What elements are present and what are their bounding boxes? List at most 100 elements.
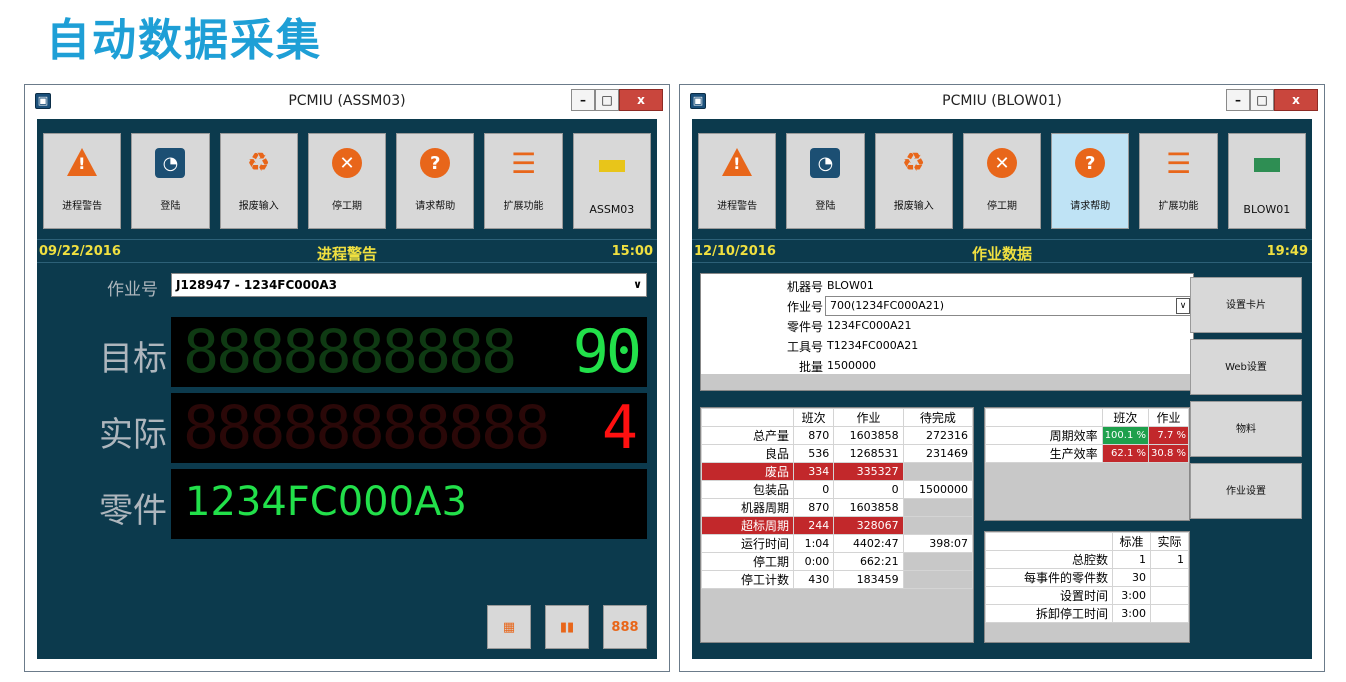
table-cell: [701, 408, 794, 427]
table-cell: 运行时间: [701, 534, 794, 553]
downtime-button[interactable]: ✕ 停工期: [307, 133, 387, 229]
scrap-input-button[interactable]: ♻ 报废输入: [874, 133, 953, 229]
table-cell: 每事件的零件数: [985, 568, 1113, 587]
table-cell: 231469: [902, 444, 974, 463]
table-cell: 328067: [833, 516, 904, 535]
login-button[interactable]: ◔ 登陆: [786, 133, 865, 229]
table-row: 良品 536 1268531 231469: [701, 444, 974, 463]
job-row: 作业号 700(1234FC000A21) ∨: [701, 296, 1193, 316]
grid-icon: ▦: [502, 619, 516, 635]
job-settings-button[interactable]: 作业设置: [1190, 463, 1302, 519]
table-cell: 1268531: [833, 444, 904, 463]
status-bar: 09/22/2016 进程警告 15:00: [37, 239, 657, 263]
table-cell: 335327: [833, 462, 904, 481]
status-bar: 12/10/2016 作业数据 19:49: [692, 239, 1312, 263]
table-cell: 1603858: [833, 426, 904, 445]
table-row: 总腔数 1 1: [985, 550, 1189, 569]
machine-button[interactable]: BLOW01: [1227, 133, 1306, 229]
table-cell: 停工计数: [701, 570, 794, 589]
efficiency-table: 班次 作业 周期效率 100.1 % 7.7 % 生产效率 62.1 % 30.8 %: [984, 407, 1190, 521]
job-label: 作业号: [107, 280, 158, 300]
web-settings-button[interactable]: Web设置: [1190, 339, 1302, 395]
help-request-button[interactable]: ? 请求帮助: [1051, 133, 1130, 229]
table-cell: 班次: [1101, 408, 1150, 427]
stop-icon: ✕: [331, 148, 362, 178]
machine-row: 机器号 BLOW01: [786, 279, 874, 294]
table-cell: 总腔数: [985, 550, 1113, 569]
table-cell: 作业: [1148, 408, 1189, 427]
table-cell: 244: [792, 516, 835, 535]
table-cell: 1: [1150, 550, 1189, 569]
process-warning-button[interactable]: ! 进程警告: [698, 133, 777, 229]
scrap-input-button[interactable]: ♻ 报废输入: [219, 133, 298, 229]
extended-functions-button[interactable]: ☰ 扩展功能: [1139, 133, 1218, 229]
job-select[interactable]: 700(1234FC000A21) ∨: [825, 296, 1193, 316]
table-cell: [1150, 568, 1189, 587]
pcmiu-window-assm03: ▣ PCMIU (ASSM03) – □ x ! 进程警告 ◔ 登陆 ♻ 报废输入 ✕…: [24, 84, 670, 672]
counter-button[interactable]: 888: [603, 605, 647, 649]
table-cell: 0: [792, 480, 835, 499]
setup-card-button[interactable]: 设置卡片: [1190, 277, 1302, 333]
table-cell: [902, 516, 974, 535]
close-button[interactable]: x: [1274, 89, 1318, 111]
table-cell: [902, 498, 974, 517]
extended-functions-button[interactable]: ☰ 扩展功能: [484, 133, 563, 229]
status-view-title: 作业数据: [971, 245, 1032, 263]
table-row: 总产量 870 1603858 272316: [701, 426, 974, 445]
target-display: 8888888888 90: [171, 317, 647, 387]
help-request-button[interactable]: ? 请求帮助: [396, 133, 475, 229]
table-row: 机器周期 870 1603858: [701, 498, 974, 517]
batch-row: 批量 1500000: [798, 359, 876, 374]
minimize-button[interactable]: –: [1226, 89, 1250, 111]
table-cell: 拆卸停工时间: [985, 604, 1113, 623]
downtime-button[interactable]: ✕ 停工期: [962, 133, 1042, 229]
table-cell: 超标周期: [701, 516, 794, 535]
table-cell: 1: [1112, 550, 1151, 569]
table-cell: 870: [792, 498, 835, 517]
table-cell: 3:00: [1112, 604, 1151, 623]
table-cell: 1603858: [833, 498, 904, 517]
stop-icon: ✕: [986, 148, 1017, 178]
tool-row: 工具号 T1234FC000A21: [786, 339, 919, 354]
table-cell: [1150, 586, 1189, 605]
client-area: ! 进程警告 ◔ 登陆 ♻ 报废输入 ✕ 停工期 ? 请求帮助 ☰ 扩展功能 ASSM03 …: [37, 119, 657, 659]
warning-icon: !: [722, 148, 753, 176]
table-cell: 334: [792, 462, 835, 481]
table-cell: 183459: [833, 570, 904, 589]
calendar-button[interactable]: ▦: [487, 605, 531, 649]
table-cell: 30: [1112, 568, 1151, 587]
table-cell: [902, 462, 974, 481]
table-cell: 周期效率: [985, 426, 1103, 445]
table-cell: 430: [792, 570, 835, 589]
login-button[interactable]: ◔ 登陆: [131, 133, 210, 229]
list-icon: ☰: [1165, 146, 1192, 180]
target-label: 目标: [99, 339, 167, 379]
table-row: 停工计数 430 183459: [701, 570, 974, 589]
machine-button[interactable]: ASSM03: [572, 133, 651, 229]
maximize-button[interactable]: □: [1250, 89, 1274, 111]
close-button[interactable]: x: [619, 89, 663, 111]
process-warning-button[interactable]: ! 进程警告: [43, 133, 122, 229]
chevron-down-icon: ∨: [633, 278, 642, 291]
table-cell: 272316: [902, 426, 974, 445]
production-table: 班次 作业 待完成 总产量 870 1603858 272316 良品 536 1268531…: [700, 407, 974, 643]
table-cell: [985, 532, 1113, 551]
table-cell: 机器周期: [701, 498, 794, 517]
chevron-down-icon[interactable]: ∨: [1176, 298, 1190, 314]
table-cell: [985, 408, 1103, 427]
table-row: 每事件的零件数 30: [985, 568, 1189, 587]
table-cell: 待完成: [902, 408, 974, 427]
chart-button[interactable]: ▮▮: [545, 605, 589, 649]
minimize-button[interactable]: –: [571, 89, 595, 111]
status-time: 19:49: [1266, 244, 1308, 259]
bar-chart-icon: ▮▮: [559, 619, 575, 635]
maximize-button[interactable]: □: [595, 89, 619, 111]
table-row: 废品 334 335327: [701, 462, 974, 481]
part-label: 零件: [99, 491, 167, 531]
job-select[interactable]: J128947 - 1234FC000A3 ∨: [171, 273, 647, 297]
question-icon: ?: [1075, 148, 1106, 178]
table-cell: 536: [792, 444, 835, 463]
material-button[interactable]: 物料: [1190, 401, 1302, 457]
table-row: 运行时间 1:04 4402:47 398:07: [701, 534, 974, 553]
part-row: 零件号 1234FC000A21: [786, 319, 912, 334]
